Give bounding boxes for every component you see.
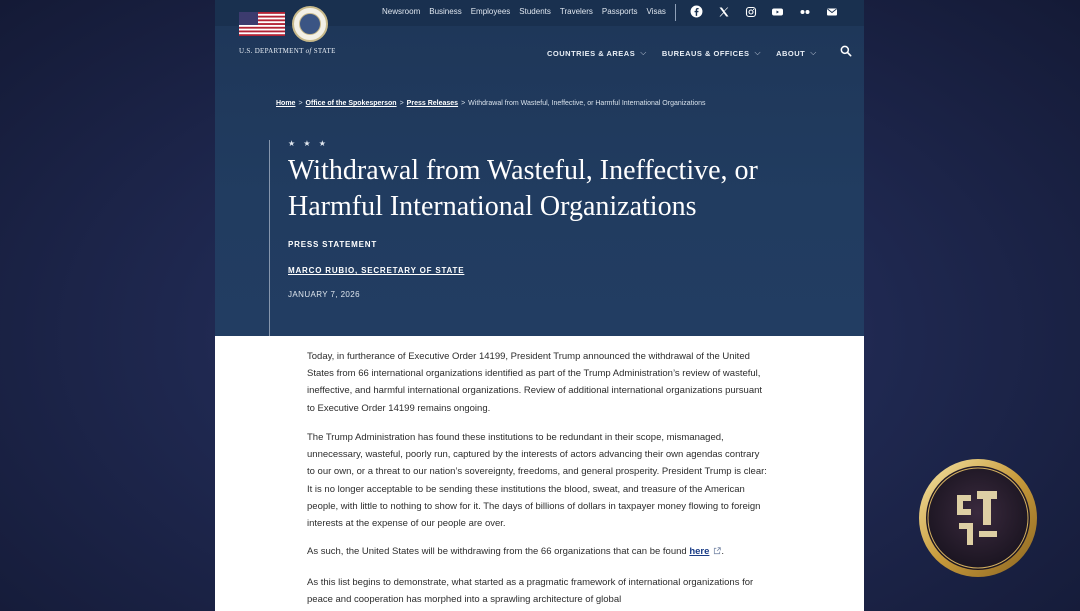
article-type: PRESS STATEMENT — [288, 240, 378, 249]
page-title: Withdrawal from Wasteful, Ineffective, o… — [288, 155, 758, 222]
channel-logo-icon — [919, 459, 1037, 577]
breadcrumb-separator: > — [298, 100, 303, 107]
page-header: Newsroom Business Employees Students Tra… — [215, 0, 864, 336]
stars-decoration: ★ ★ ★ — [288, 139, 329, 148]
utility-link-newsroom[interactable]: Newsroom — [382, 7, 420, 16]
nav-about[interactable]: ABOUT ⌵ — [776, 48, 817, 58]
paragraph-4: As this list begins to demonstrate, what… — [307, 577, 754, 606]
instagram-icon[interactable] — [744, 5, 757, 18]
breadcrumb: Home > Office of the Spokesperson > Press Re… — [276, 98, 716, 110]
breadcrumb-home[interactable]: Home — [276, 100, 295, 107]
main-nav: COUNTRIES & AREAS ⌵ BUREAUS & OFFICES ⌵ AB… — [547, 48, 817, 58]
email-icon[interactable] — [825, 5, 838, 18]
youtube-icon[interactable] — [771, 5, 784, 18]
nav-bureaus-offices-label: BUREAUS & OFFICES — [661, 48, 750, 58]
utility-link-employees[interactable]: Employees — [471, 7, 511, 16]
title-divider-line — [269, 140, 270, 336]
department-name[interactable]: U.S. DEPARTMENT of STATE — [239, 47, 336, 55]
paragraph-3-end: . — [721, 546, 725, 557]
nav-bureaus-offices[interactable]: BUREAUS & OFFICES ⌵ — [662, 48, 761, 58]
breadcrumb-spokesperson[interactable]: Office of the Spokesperson — [306, 100, 397, 107]
utility-nav: Newsroom Business Employees Students Tra… — [382, 7, 666, 16]
search-icon[interactable] — [839, 44, 853, 58]
breadcrumb-current: Withdrawal from Wasteful, Ineffective, o… — [468, 100, 706, 107]
flickr-icon[interactable] — [798, 5, 811, 18]
utility-link-students[interactable]: Students — [519, 7, 551, 16]
utility-link-travelers[interactable]: Travelers — [560, 7, 593, 16]
paragraph-1: Today, in furtherance of Executive Order… — [307, 351, 763, 414]
utility-link-passports[interactable]: Passports — [602, 7, 638, 16]
utility-link-business[interactable]: Business — [429, 7, 461, 16]
nav-countries-areas[interactable]: COUNTRIES & AREAS ⌵ — [547, 48, 647, 58]
author-link[interactable]: MARCO RUBIO, SECRETARY OF STATE — [288, 266, 464, 275]
breadcrumb-press-releases[interactable]: Press Releases — [407, 100, 458, 107]
chevron-down-icon: ⌵ — [810, 48, 817, 57]
nav-about-label: ABOUT — [776, 48, 806, 58]
nav-countries-areas-label: COUNTRIES & AREAS — [547, 48, 636, 58]
chevron-down-icon: ⌵ — [640, 48, 647, 57]
social-links — [690, 5, 838, 18]
department-seal-icon[interactable] — [292, 6, 328, 42]
facebook-icon[interactable] — [690, 5, 703, 18]
chevron-down-icon: ⌵ — [754, 48, 762, 57]
breadcrumb-separator: > — [461, 100, 466, 107]
here-link[interactable]: here — [689, 546, 709, 557]
paragraph-3-text: As such, the United States will be withd… — [307, 546, 690, 557]
article-date: JANUARY 7, 2026 — [288, 290, 360, 299]
paragraph-3: As such, the United States will be withd… — [307, 543, 767, 560]
breadcrumb-separator: > — [399, 100, 404, 107]
us-flag-icon — [239, 12, 285, 36]
browser-page: Newsroom Business Employees Students Tra… — [215, 0, 864, 611]
x-icon[interactable] — [717, 5, 730, 18]
utility-divider — [675, 4, 676, 21]
article-body: Today, in furtherance of Executive Order… — [215, 336, 864, 611]
utility-link-visas[interactable]: Visas — [646, 7, 665, 16]
paragraph-2: The Trump Administration has found these… — [307, 432, 767, 530]
